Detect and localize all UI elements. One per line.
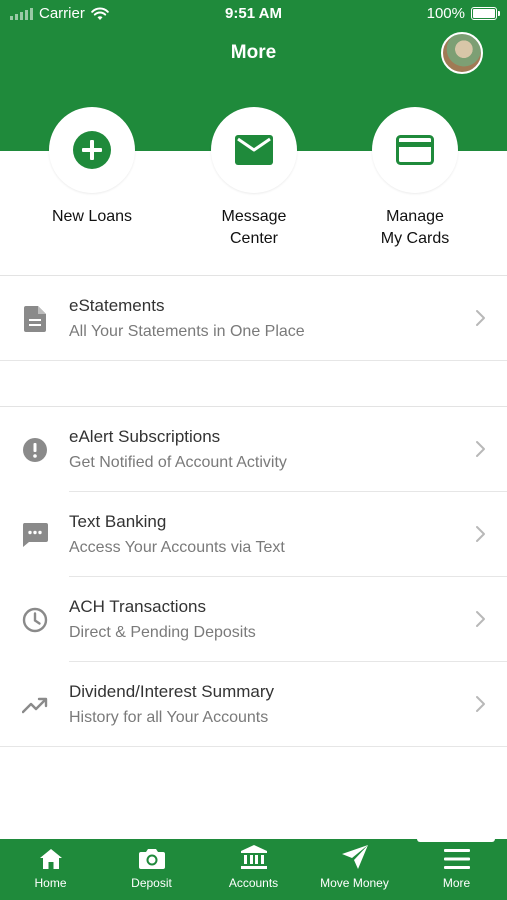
- menu-item-title: Dividend/Interest Summary: [69, 682, 275, 701]
- tab-label: Deposit: [131, 876, 172, 890]
- menu-icon: [443, 849, 470, 869]
- tab-label: Accounts: [228, 876, 279, 890]
- message-center-label: Message Center: [221, 208, 287, 247]
- document-icon: [22, 306, 48, 332]
- menu-item-estatements[interactable]: eStatements All Your Statements in One P…: [0, 276, 507, 361]
- tab-move-money[interactable]: Move Money: [304, 839, 405, 900]
- tab-home[interactable]: Home: [0, 839, 101, 900]
- clock-icon: [22, 607, 48, 633]
- chevron-right-icon: [476, 696, 485, 712]
- new-loans-label: New Loans: [51, 208, 133, 225]
- menu-item-title: eAlert Subscriptions: [69, 427, 221, 446]
- tab-label: Home: [34, 876, 67, 890]
- status-bar: Carrier 9:51 AM 100%: [0, 0, 507, 28]
- send-icon: [341, 845, 368, 869]
- quick-action-circle[interactable]: [49, 107, 135, 193]
- message-center-button[interactable]: Message Center: [189, 107, 319, 250]
- quick-action-circle[interactable]: [211, 107, 297, 193]
- menu-item-subtitle: All Your Statements in One Place: [69, 323, 305, 340]
- tab-more[interactable]: More: [406, 839, 507, 900]
- active-tab-indicator: [417, 838, 495, 842]
- chevron-right-icon: [476, 611, 485, 627]
- tab-accounts[interactable]: Accounts: [203, 839, 304, 900]
- chevron-right-icon: [476, 526, 485, 542]
- menu-item-subtitle: History for all Your Accounts: [69, 709, 269, 726]
- bank-icon: [240, 845, 267, 869]
- menu-item-ach-transactions[interactable]: ACH Transactions Direct & Pending Deposi…: [0, 577, 507, 662]
- menu-item-title: eStatements: [69, 296, 165, 315]
- menu-item-ealert-subscriptions[interactable]: eAlert Subscriptions Get Notified of Acc…: [0, 407, 507, 492]
- manage-cards-label: Manage My Cards: [380, 208, 450, 247]
- menu-item-subtitle: Get Notified of Account Activity: [69, 454, 287, 471]
- credit-card-icon: [396, 135, 434, 165]
- plus-circle-icon: [73, 131, 111, 169]
- new-loans-button[interactable]: New Loans: [27, 107, 157, 228]
- tab-deposit[interactable]: Deposit: [101, 839, 202, 900]
- page-title: More: [230, 42, 277, 63]
- chat-icon: [22, 522, 48, 548]
- camera-icon: [138, 849, 165, 869]
- tab-bar: Home Deposit Accounts Move Money More: [0, 839, 507, 900]
- row-separator: [0, 360, 507, 361]
- battery-icon: [471, 7, 500, 20]
- tab-label: More: [442, 876, 471, 890]
- battery-percent: 100%: [426, 5, 465, 22]
- menu-item-title: ACH Transactions: [69, 597, 206, 616]
- menu-item-text-banking[interactable]: Text Banking Access Your Accounts via Te…: [0, 492, 507, 577]
- envelope-icon: [235, 135, 273, 165]
- menu-item-subtitle: Direct & Pending Deposits: [69, 624, 256, 641]
- chevron-right-icon: [476, 441, 485, 457]
- menu-item-title: Text Banking: [69, 512, 167, 531]
- chevron-right-icon: [476, 310, 485, 326]
- menu-item-dividend-interest-summary[interactable]: Dividend/Interest Summary History for al…: [0, 662, 507, 747]
- profile-avatar[interactable]: [441, 32, 483, 74]
- quick-action-circle[interactable]: [372, 107, 458, 193]
- alert-icon: [22, 437, 48, 463]
- home-icon: [39, 849, 62, 869]
- tab-label: Move Money: [320, 876, 389, 890]
- battery-status: 100%: [426, 5, 500, 22]
- manage-cards-button[interactable]: Manage My Cards: [350, 107, 480, 250]
- menu-item-subtitle: Access Your Accounts via Text: [69, 539, 285, 556]
- trending-up-icon: [22, 692, 48, 718]
- row-separator: [0, 746, 507, 747]
